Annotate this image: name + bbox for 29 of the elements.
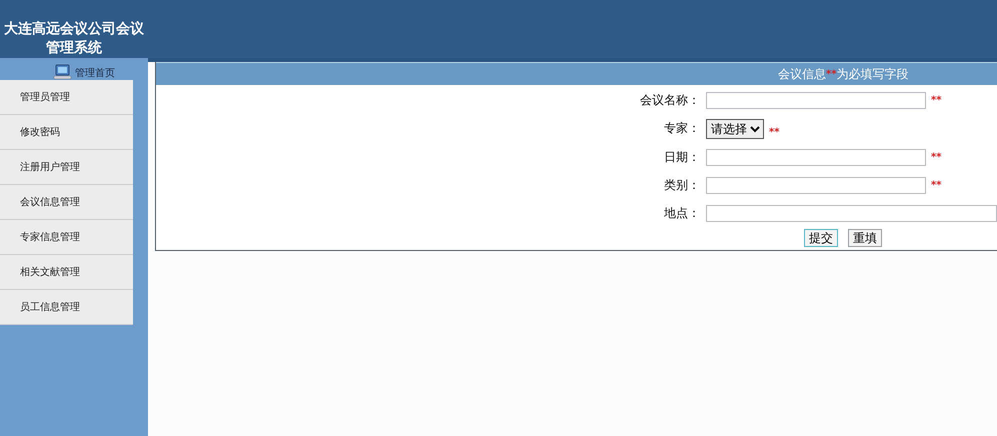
reset-button[interactable]: 重填 [848,229,882,247]
submit-button[interactable]: 提交 [804,229,838,247]
field-label: 专家： [663,120,701,137]
field-label: 日期： [663,149,701,166]
menu-item[interactable]: 管理员管理 [0,80,133,115]
menu-item[interactable]: 注册用户管理 [0,150,133,185]
input-field[interactable] [706,205,997,222]
field-label: 类别： [663,177,701,194]
computer-icon [53,64,73,80]
field-label: 地点： [663,205,701,222]
input-field[interactable] [706,149,926,166]
menu-item[interactable]: 会议信息管理 [0,185,133,220]
input-field[interactable] [706,177,926,194]
required-mark: ** [769,126,780,138]
home-link[interactable]: 管理首页 [75,66,115,80]
input-field[interactable] [706,92,926,109]
panel-heading: 会议信息 [778,66,826,82]
field-label: 会议名称： [639,92,701,109]
required-mark: ** [826,68,836,80]
select-field[interactable]: 请选择 [706,119,764,139]
menu-item[interactable]: 员工信息管理 [0,290,133,325]
required-mark: ** [931,152,942,163]
required-mark: ** [931,95,942,106]
required-mark: ** [931,180,942,191]
menu-item[interactable]: 专家信息管理 [0,220,133,255]
menu-item[interactable]: 相关文献管理 [0,255,133,290]
app-title: 大连高远会议公司会议管理系统 [0,0,148,58]
menu-item[interactable]: 修改密码 [0,115,133,150]
panel-note: 为必填写字段 [836,66,908,82]
